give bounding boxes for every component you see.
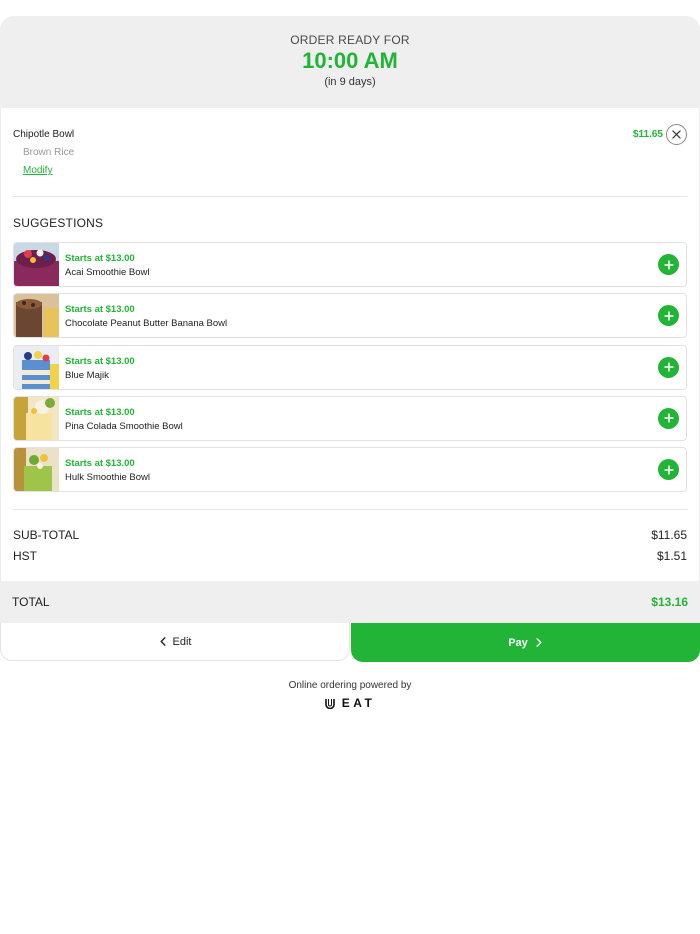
cart-item-price: $11.65 (632, 129, 663, 140)
add-suggestion-button[interactable] (658, 254, 679, 275)
suggestion-item[interactable]: Starts at $13.00 Chocolate Peanut Butter… (13, 293, 687, 339)
suggestion-price: Starts at $13.00 (65, 253, 135, 264)
total-value: $13.16 (651, 595, 688, 609)
powered-by-text: Online ordering powered by (288, 680, 412, 691)
total-bar: TOTAL $13.16 (0, 581, 700, 623)
order-header: ORDER READY FOR 10:00 AM (in 9 days) (0, 16, 700, 108)
subtotal-label: SUB-TOTAL (13, 528, 80, 542)
ready-days: (in 9 days) (324, 76, 376, 88)
suggestion-thumbnail (14, 396, 59, 440)
chevron-left-icon (159, 637, 166, 646)
plus-icon (664, 260, 673, 269)
cart-item-modifier: Brown Rice (23, 147, 75, 158)
suggestion-thumbnail (14, 345, 59, 389)
suggestions-list: Starts at $13.00 Acai Smoothie Bowl Star… (13, 242, 687, 498)
order-body: Chipotle Bowl $11.65 Brown Rice Modify S… (0, 108, 700, 582)
suggestion-name: Hulk Smoothie Bowl (65, 472, 151, 484)
tax-row: HST $1.51 (13, 549, 687, 563)
plus-icon (664, 311, 673, 321)
subtotal-row: SUB-TOTAL $11.65 (13, 528, 687, 542)
add-suggestion-button[interactable] (658, 356, 679, 378)
suggestion-thumbnail (14, 448, 59, 492)
suggestions-title: SUGGESTIONS (13, 216, 104, 230)
suggestion-price: Starts at $13.00 (65, 406, 135, 418)
ready-time: 10:00 AM (302, 48, 398, 73)
close-icon (672, 130, 681, 139)
order-card: ORDER READY FOR 10:00 AM (in 9 days) Chi… (0, 16, 700, 662)
suggestion-price: Starts at $13.00 (65, 304, 135, 316)
suggestion-name: Acai Smoothie Bowl (65, 267, 150, 278)
divider (13, 509, 687, 510)
divider (13, 196, 687, 197)
tax-label: HST (13, 549, 37, 563)
modify-link[interactable]: Modify (23, 165, 52, 176)
suggestion-name: Blue Majik (65, 369, 109, 381)
suggestion-name: Pina Colada Smoothie Bowl (65, 420, 183, 432)
u-logo-icon (324, 698, 335, 709)
pay-label: Pay (508, 636, 528, 649)
plus-icon (664, 465, 673, 475)
tax-value: $1.51 (656, 549, 687, 563)
chevron-right-icon (536, 638, 542, 647)
plus-icon (664, 362, 673, 372)
subtotal-value: $11.65 (651, 528, 687, 542)
ready-label: ORDER READY FOR (290, 33, 410, 47)
suggestion-item[interactable]: Starts at $13.00 Blue Majik (13, 344, 687, 390)
edit-button[interactable]: Edit (0, 623, 350, 661)
brand-logo[interactable]: EAT (0, 696, 700, 710)
add-suggestion-button[interactable] (658, 305, 679, 327)
total-label: TOTAL (12, 595, 50, 609)
edit-label: Edit (172, 635, 192, 648)
suggestion-price: Starts at $13.00 (65, 458, 135, 470)
suggestion-price: Starts at $13.00 (65, 355, 135, 367)
plus-icon (664, 413, 673, 423)
cart-item-name: Chipotle Bowl (13, 129, 75, 140)
pay-button[interactable]: Pay (351, 623, 700, 662)
suggestion-thumbnail (14, 294, 59, 338)
suggestion-item[interactable]: Starts at $13.00 Hulk Smoothie Bowl (13, 447, 687, 493)
suggestion-thumbnail (14, 243, 59, 286)
remove-item-button[interactable] (666, 124, 687, 145)
suggestion-item[interactable]: Starts at $13.00 Acai Smoothie Bowl (13, 242, 687, 287)
suggestion-item[interactable]: Starts at $13.00 Pina Colada Smoothie Bo… (13, 395, 687, 441)
add-suggestion-button[interactable] (658, 459, 679, 481)
add-suggestion-button[interactable] (658, 407, 679, 429)
brand-name: EAT (341, 696, 376, 710)
suggestion-name: Chocolate Peanut Butter Banana Bowl (65, 318, 228, 330)
